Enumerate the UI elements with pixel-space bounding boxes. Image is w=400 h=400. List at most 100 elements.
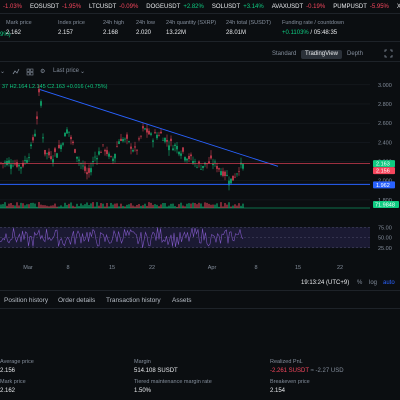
realized-pnl-usd: ≈ -2.27 USD (310, 368, 344, 374)
ticker-change: -0.09% (119, 3, 139, 10)
indicator-bar (218, 206, 220, 208)
indicator-bar (100, 203, 102, 208)
candle-body (62, 143, 64, 145)
indicator-bar (188, 203, 190, 208)
grid-icon[interactable] (26, 68, 34, 76)
price-chart[interactable]: 37 H2.164 L2.145 C2.163 +0.016 (+0.75%) 3… (0, 80, 400, 280)
indicator-bar (236, 205, 238, 208)
price-tag-label: 2.156 (376, 169, 390, 175)
ticker-item[interactable]: SOLUSDT +3.14% (212, 4, 264, 10)
indicator-bar (84, 204, 86, 208)
breakeven-price: Breakeven price 2.154 (270, 379, 310, 394)
funding-countdown: / 05:48:35 (310, 30, 338, 36)
tab-assets[interactable]: Assets (172, 297, 192, 304)
candle-body (190, 154, 192, 157)
ticker-item[interactable]: -1.03% (0, 4, 22, 10)
indicator-bar (138, 204, 140, 208)
indicator-bar (42, 205, 44, 208)
candle-body (214, 161, 216, 163)
tab-order-details[interactable]: Order details (58, 297, 95, 304)
indicator-bar (56, 206, 58, 208)
indicator-bar (72, 205, 74, 208)
indicator-bar (16, 202, 18, 208)
indicator-bar (186, 203, 188, 208)
total-24h-stat: 24h total (SUSDT) 28.01M (226, 20, 271, 36)
indicator-bar (190, 203, 192, 208)
candle-body (132, 150, 134, 152)
ticker-item[interactable]: PUMPUSDT -5.95% (333, 4, 389, 10)
chevron-down-icon[interactable]: ⌄ (0, 68, 5, 75)
candle-body (56, 153, 58, 158)
tab-tradingview[interactable]: TradingView (301, 50, 343, 59)
candle-body (210, 155, 212, 159)
candle-body (216, 166, 218, 169)
x-tick-label: 15 (295, 265, 301, 271)
ticker-item[interactable]: AVAXUSDT -0.19% (272, 4, 325, 10)
log-toggle[interactable]: log (369, 280, 377, 286)
indicator-bar (38, 202, 40, 208)
candle-body (70, 136, 72, 140)
candle-body (16, 162, 18, 167)
tab-depth[interactable]: Depth (343, 50, 367, 59)
candle-body (212, 164, 214, 166)
candle-body (126, 134, 128, 139)
percent-toggle[interactable]: % (357, 280, 362, 286)
candle-body (176, 145, 178, 150)
ticker-item[interactable]: LTCUSDT -0.09% (89, 4, 138, 10)
candle-body (100, 152, 102, 153)
indicator-bar (140, 205, 142, 208)
candle-body (150, 133, 152, 135)
candle-body (84, 166, 86, 171)
indicator-bar (60, 205, 62, 208)
tab-position-history[interactable]: Position history (4, 297, 48, 304)
indicator-icon[interactable] (12, 68, 20, 76)
ticker-change: -0.19% (306, 3, 326, 10)
ticker-change: -1.95% (62, 3, 82, 10)
candle-body (146, 128, 148, 133)
indicator-bar (166, 206, 168, 208)
market-stats: 9%) Mark price 2.162 Index price 2.157 2… (0, 16, 400, 42)
indicator-bar (228, 202, 230, 208)
chart-settings-gear-icon[interactable]: ⚙ (40, 68, 45, 75)
candle-body (110, 156, 112, 157)
candle-body (166, 140, 168, 142)
indicator-bar (90, 203, 92, 208)
candle-body (106, 150, 108, 155)
indicator-bar (98, 205, 100, 208)
ticker-item[interactable]: DOGEUSDT +2.82% (146, 4, 204, 10)
indicator-bar (126, 204, 128, 208)
candle-body (222, 171, 224, 176)
indicator-bar (224, 203, 226, 208)
indicator-bar (122, 205, 124, 208)
indicator-bar (158, 206, 160, 208)
indicator-bar (92, 202, 94, 208)
candle-body (38, 88, 40, 93)
indicator-bar (50, 205, 52, 208)
indicator-bar (58, 206, 60, 208)
candle-body (194, 161, 196, 163)
candle-body (172, 148, 174, 151)
candle-body (142, 126, 144, 129)
indicator-bar (180, 202, 182, 208)
last-price-chevron-icon[interactable]: ⌄ (80, 68, 85, 75)
expand-icon[interactable] (384, 49, 393, 58)
tab-transaction-history[interactable]: Transaction history (106, 297, 161, 304)
last-price-selector[interactable]: Last price (53, 68, 79, 74)
indicator-bar (36, 206, 38, 208)
indicator-bar (86, 202, 88, 208)
indicator-bar (130, 203, 132, 208)
indicator-bar (2, 204, 4, 208)
rsi-tick-label: 25.00 (378, 246, 392, 252)
ticker-item[interactable]: EOSUSDT -1.95% (30, 4, 81, 10)
indicator-bar (184, 206, 186, 208)
candle-body (66, 129, 68, 134)
candle-body (34, 133, 36, 137)
indicator-bar (44, 205, 46, 208)
x-tick-label: 15 (109, 265, 115, 271)
candle-body (234, 176, 236, 178)
rsi-tick-label: 50.00 (378, 236, 392, 242)
candle-body (104, 149, 106, 152)
indicator-bar (150, 202, 152, 208)
auto-toggle[interactable]: auto (383, 280, 395, 286)
tab-standard[interactable]: Standard (268, 50, 300, 59)
